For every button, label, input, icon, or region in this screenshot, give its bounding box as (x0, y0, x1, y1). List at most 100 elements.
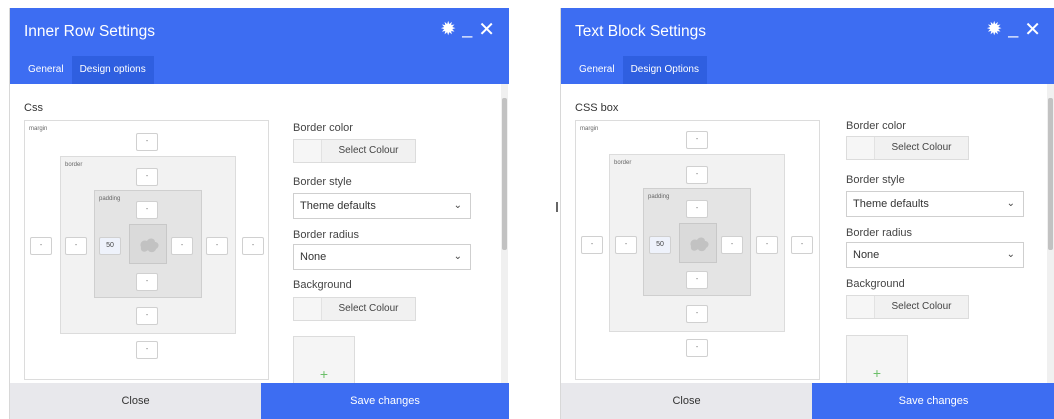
gear-icon[interactable]: ✹ (440, 20, 456, 40)
border-top-input[interactable]: - (686, 166, 708, 184)
css-section-label: CSS box (575, 102, 619, 114)
border-style-label: Border style (846, 174, 905, 186)
dialog-footer: Close Save changes (10, 383, 509, 419)
css-section-label: Css (24, 102, 43, 114)
border-left-input[interactable]: - (615, 236, 637, 254)
border-radius-select[interactable]: None ⌄ (293, 244, 471, 270)
border-top-input[interactable]: - (136, 168, 158, 186)
select-colour-label: Select Colour (891, 142, 952, 153)
border-color-swatch (847, 137, 875, 159)
border-radius-label: Border radius (846, 227, 913, 239)
border-bottom-input[interactable]: - (686, 305, 708, 323)
content-box (129, 224, 167, 264)
border-label: border (614, 160, 632, 166)
margin-right-input[interactable]: - (242, 237, 264, 255)
border-label: border (65, 162, 83, 168)
background-color-picker[interactable]: Select Colour (293, 297, 416, 321)
padding-bottom-input[interactable]: - (136, 273, 158, 291)
margin-label: margin (580, 126, 599, 132)
tab-design-options[interactable]: Design options (71, 56, 154, 84)
select-colour-label: Select Colour (891, 301, 952, 312)
padding-bottom-input[interactable]: - (686, 271, 708, 289)
background-color-swatch (847, 296, 875, 318)
padding-left-input[interactable]: 50 (649, 236, 671, 254)
plus-icon: + (872, 365, 882, 381)
border-color-label: Border color (293, 122, 353, 134)
border-style-value: Theme defaults (300, 200, 376, 212)
padding-right-input[interactable]: - (721, 236, 743, 254)
content-box (679, 223, 717, 263)
save-changes-button[interactable]: Save changes (261, 383, 509, 419)
select-colour-label: Select Colour (338, 303, 399, 314)
border-style-value: Theme defaults (853, 198, 929, 210)
padding-right-input[interactable]: - (171, 237, 193, 255)
minimize-icon[interactable]: _ (1008, 18, 1018, 38)
close-button[interactable]: Close (561, 383, 812, 419)
background-color-swatch (294, 298, 322, 320)
close-icon[interactable]: ✕ (478, 20, 495, 40)
dialog-header: Text Block Settings ✹ _ ✕ General Design… (561, 8, 1054, 84)
padding-label: padding (99, 196, 121, 202)
padding-top-input[interactable]: - (686, 200, 708, 218)
save-changes-button[interactable]: Save changes (812, 383, 1054, 419)
text-block-settings-dialog: Text Block Settings ✹ _ ✕ General Design… (560, 8, 1054, 419)
dialog-title: Text Block Settings (575, 23, 706, 40)
plus-icon: + (319, 366, 329, 382)
select-colour-label: Select Colour (338, 145, 399, 156)
border-style-select[interactable]: Theme defaults ⌄ (293, 193, 471, 219)
content-placeholder-icon (140, 238, 159, 253)
divider-mark (556, 202, 558, 212)
border-left-input[interactable]: - (65, 237, 87, 255)
border-right-input[interactable]: - (206, 237, 228, 255)
margin-bottom-input[interactable]: - (686, 339, 708, 357)
dialog-title: Inner Row Settings (24, 23, 155, 40)
tab-design-options[interactable]: Design Options (622, 56, 707, 84)
background-label: Background (293, 279, 352, 291)
margin-left-input[interactable]: - (30, 237, 52, 255)
border-radius-label: Border radius (293, 229, 360, 241)
padding-top-input[interactable]: - (136, 201, 158, 219)
border-color-picker[interactable]: Select Colour (846, 136, 969, 160)
scrollbar-thumb[interactable] (502, 98, 507, 250)
tab-general[interactable]: General (24, 56, 72, 84)
chevron-down-icon: ⌄ (1006, 249, 1015, 260)
border-bottom-input[interactable]: - (136, 307, 158, 325)
border-radius-select[interactable]: None ⌄ (846, 242, 1024, 268)
border-color-picker[interactable]: Select Colour (293, 139, 416, 163)
background-color-picker[interactable]: Select Colour (846, 295, 969, 319)
content-placeholder-icon (690, 237, 709, 252)
border-radius-value: None (853, 249, 880, 261)
chevron-down-icon: ⌄ (453, 200, 462, 211)
dialog-header: Inner Row Settings ✹ _ ✕ General Design … (10, 8, 509, 84)
padding-left-input[interactable]: 50 (99, 237, 121, 255)
border-right-input[interactable]: - (756, 236, 778, 254)
border-color-label: Border color (846, 120, 906, 132)
close-button[interactable]: Close (10, 383, 261, 419)
inner-row-settings-dialog: Inner Row Settings ✹ _ ✕ General Design … (9, 8, 509, 419)
tab-bar: General Design options (24, 56, 154, 84)
margin-bottom-input[interactable]: - (136, 341, 158, 359)
padding-label: padding (648, 194, 670, 200)
margin-top-input[interactable]: - (136, 133, 158, 151)
minimize-icon[interactable]: _ (462, 18, 472, 38)
gear-icon[interactable]: ✹ (986, 20, 1002, 40)
background-image-picker[interactable]: + (846, 335, 908, 390)
tab-general[interactable]: General (575, 56, 623, 84)
tab-bar: General Design Options (575, 56, 707, 84)
scrollbar[interactable] (1047, 84, 1054, 384)
border-style-label: Border style (293, 176, 352, 188)
background-label: Background (846, 278, 905, 290)
close-icon[interactable]: ✕ (1024, 20, 1041, 40)
border-radius-value: None (300, 251, 327, 263)
margin-right-input[interactable]: - (791, 236, 813, 254)
margin-label: margin (29, 126, 48, 132)
chevron-down-icon: ⌄ (453, 251, 462, 262)
margin-top-input[interactable]: - (686, 131, 708, 149)
scrollbar[interactable] (501, 84, 508, 384)
dialog-footer: Close Save changes (561, 383, 1054, 419)
border-color-swatch (294, 140, 322, 162)
chevron-down-icon: ⌄ (1006, 198, 1015, 209)
margin-left-input[interactable]: - (581, 236, 603, 254)
border-style-select[interactable]: Theme defaults ⌄ (846, 191, 1024, 217)
scrollbar-thumb[interactable] (1048, 98, 1053, 250)
